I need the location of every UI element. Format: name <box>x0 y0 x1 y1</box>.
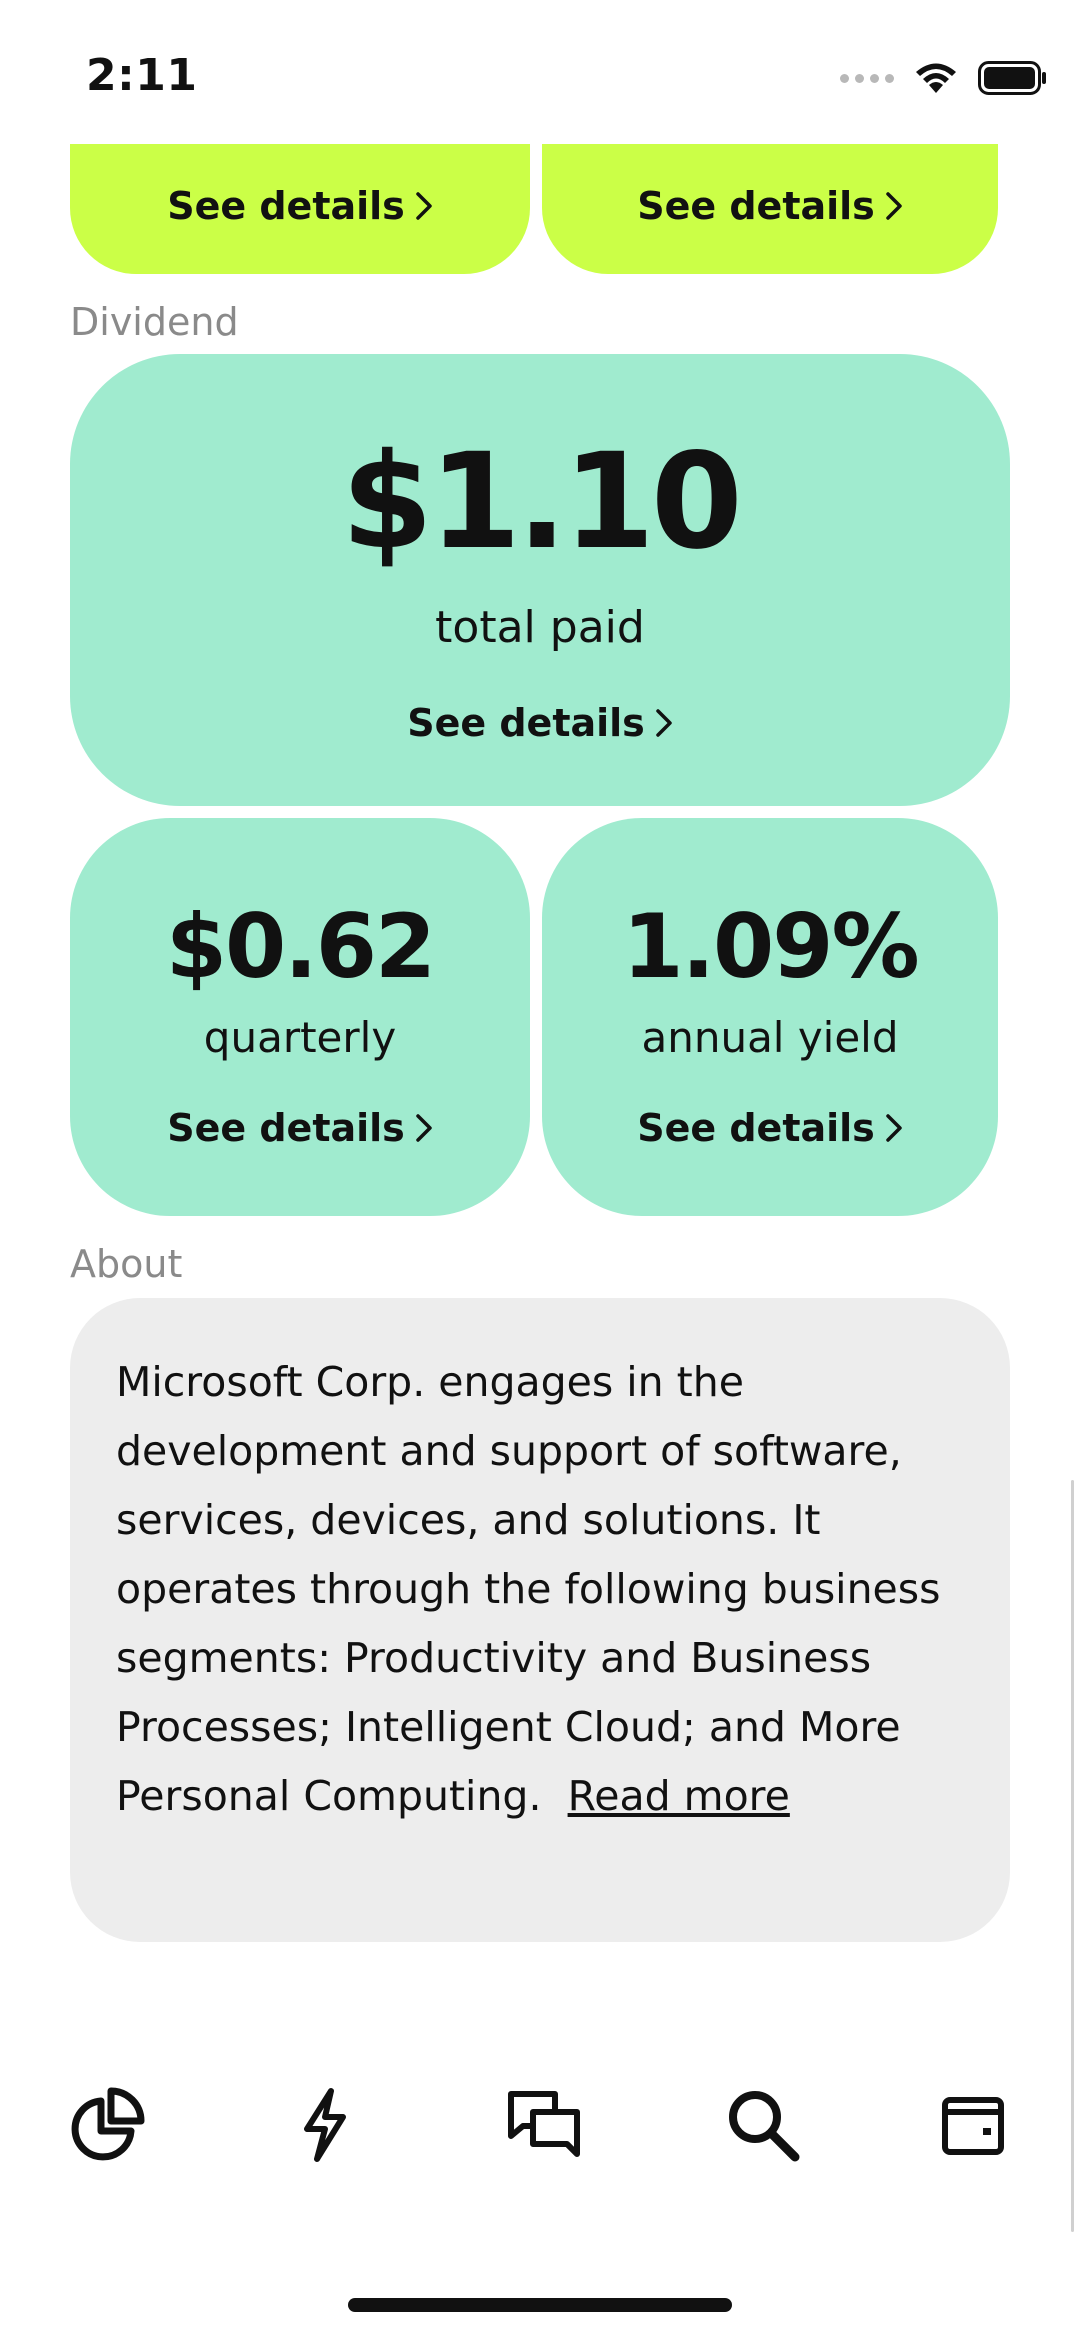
annual-yield-card[interactable]: 1.09% annual yield See details <box>542 818 998 1216</box>
lightning-icon <box>304 2088 346 2162</box>
chat-bubbles-icon <box>508 2091 580 2157</box>
see-details-label: See details <box>167 184 405 228</box>
stock-detail-screen: 2:11 See details See details Dividend $1… <box>0 0 1080 2340</box>
status-bar: 2:11 <box>0 0 1080 140</box>
total-paid-card[interactable]: $1.10 total paid See details <box>70 354 1010 806</box>
chevron-right-icon <box>886 192 902 220</box>
about-description: Microsoft Corp. engages in the developme… <box>116 1348 964 1831</box>
status-icons <box>840 58 1048 98</box>
nav-search[interactable] <box>718 2080 808 2170</box>
total-paid-value: $1.10 <box>341 424 743 579</box>
see-details-link[interactable]: See details <box>637 184 903 228</box>
see-details-link[interactable]: See details <box>167 184 433 228</box>
annual-yield-caption: annual yield <box>641 1012 899 1062</box>
see-details-link[interactable]: See details <box>407 701 673 745</box>
bottom-nav <box>0 2070 1080 2180</box>
quarterly-card[interactable]: $0.62 quarterly See details <box>70 818 530 1216</box>
see-details-label: See details <box>637 1105 875 1150</box>
status-time: 2:11 <box>86 50 198 101</box>
chevron-right-icon <box>416 192 432 220</box>
read-more-link[interactable]: Read more <box>568 1772 790 1820</box>
top-card-right[interactable]: See details <box>542 144 998 274</box>
chevron-right-icon <box>416 1113 432 1142</box>
top-card-left[interactable]: See details <box>70 144 530 274</box>
nav-wallet[interactable] <box>928 2080 1018 2170</box>
wallet-icon <box>942 2097 1004 2155</box>
annual-yield-value: 1.09% <box>622 894 919 998</box>
chevron-right-icon <box>886 1113 902 1142</box>
nav-portfolio[interactable] <box>62 2080 152 2170</box>
nav-messages[interactable] <box>500 2080 590 2170</box>
about-card: Microsoft Corp. engages in the developme… <box>70 1298 1010 1942</box>
quarterly-caption: quarterly <box>203 1012 397 1062</box>
cellular-signal-icon <box>840 73 894 83</box>
portfolio-pie-icon <box>71 2087 145 2161</box>
search-icon <box>729 2091 800 2162</box>
total-paid-caption: total paid <box>435 601 645 653</box>
nav-activity[interactable] <box>280 2080 370 2170</box>
about-text: Microsoft Corp. engages in the developme… <box>116 1358 941 1820</box>
see-details-link[interactable]: See details <box>167 1106 433 1150</box>
see-details-link[interactable]: See details <box>637 1106 903 1150</box>
see-details-label: See details <box>407 700 645 745</box>
dividend-section-label: Dividend <box>70 300 239 344</box>
quarterly-value: $0.62 <box>165 894 436 998</box>
about-section-label: About <box>70 1242 183 1286</box>
battery-icon <box>978 61 1046 95</box>
home-indicator[interactable] <box>348 2298 732 2312</box>
chevron-right-icon <box>656 708 672 737</box>
wifi-icon <box>916 63 956 93</box>
see-details-label: See details <box>637 184 875 228</box>
see-details-label: See details <box>167 1105 405 1150</box>
